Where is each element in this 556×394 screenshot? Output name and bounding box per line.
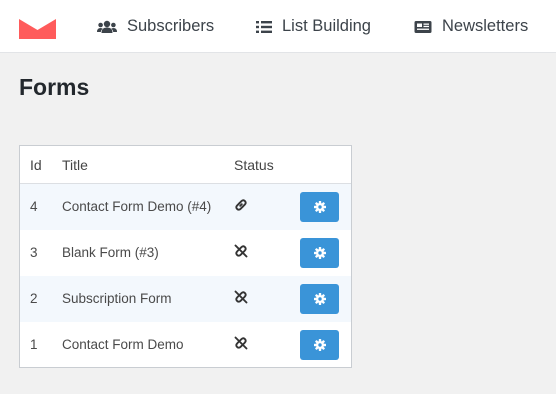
form-id: 3 — [30, 245, 38, 260]
form-id: 2 — [30, 291, 38, 306]
table-row: 3 Blank Form (#3) — [20, 230, 351, 276]
unlink-icon — [234, 336, 248, 353]
form-settings-button[interactable] — [300, 330, 339, 360]
forms-table: Id Title Status 4 Contact Form Demo (#4) — [19, 145, 352, 368]
table-row: 4 Contact Form Demo (#4) — [20, 184, 351, 230]
column-header-status: Status — [234, 157, 274, 173]
users-icon — [97, 20, 117, 34]
nav-newsletters[interactable]: Newsletters — [414, 0, 528, 53]
unlink-icon — [234, 290, 248, 307]
table-header: Id Title Status — [20, 146, 351, 184]
nav-list-building[interactable]: List Building — [256, 0, 371, 53]
table-row: 1 Contact Form Demo — [20, 322, 351, 368]
page-title: Forms — [19, 74, 90, 100]
gear-icon — [313, 247, 326, 259]
top-navigation-bar: Subscribers List Building Newsletters — [0, 0, 556, 53]
nav-subscribers[interactable]: Subscribers — [97, 0, 214, 53]
table-row: 2 Subscription Form — [20, 276, 351, 322]
gear-icon — [313, 293, 326, 305]
form-id: 4 — [30, 199, 38, 214]
list-icon — [256, 20, 272, 34]
form-title: Subscription Form — [62, 291, 172, 306]
gear-icon — [313, 339, 326, 351]
nav-list-building-label: List Building — [282, 17, 371, 35]
column-header-title: Title — [62, 157, 88, 173]
gear-icon — [313, 201, 326, 213]
form-title: Blank Form (#3) — [62, 245, 159, 260]
form-settings-button[interactable] — [300, 238, 339, 268]
form-settings-button[interactable] — [300, 284, 339, 314]
mail-logo-icon[interactable] — [19, 19, 56, 39]
column-header-id: Id — [30, 157, 42, 173]
newspaper-icon — [414, 20, 432, 34]
form-title: Contact Form Demo (#4) — [62, 199, 212, 214]
form-title: Contact Form Demo — [62, 337, 184, 352]
form-id: 1 — [30, 337, 38, 352]
nav-newsletters-label: Newsletters — [442, 17, 529, 35]
link-icon — [234, 198, 248, 215]
unlink-icon — [234, 244, 248, 261]
nav-subscribers-label: Subscribers — [127, 17, 215, 35]
form-settings-button[interactable] — [300, 192, 339, 222]
